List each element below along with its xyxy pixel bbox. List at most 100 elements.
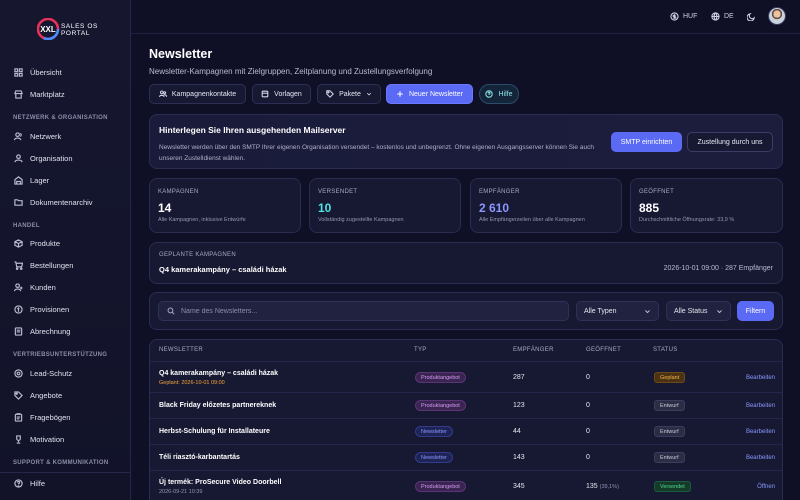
sidebar-item-hilfe[interactable]: Hilfe	[14, 476, 45, 490]
language-selector[interactable]: DE	[711, 12, 734, 21]
opened-value: 135	[586, 483, 598, 490]
cart-icon	[14, 260, 23, 270]
sidebar-item-bestellungen[interactable]: Bestellungen	[14, 258, 73, 272]
filter-bar: Alle Typen Alle Status Filtern	[149, 292, 783, 330]
sidebar-item-uebersicht[interactable]: Übersicht	[14, 65, 62, 79]
type-tag: Produktangebot	[415, 400, 466, 411]
newsletter-name[interactable]: Herbst-Schulung für Installateure	[159, 428, 270, 435]
type-tag: Newsletter	[415, 426, 453, 437]
stat-card-sent: VERSENDET 10 Vollständig zugestellte Kam…	[309, 178, 461, 233]
recipients-count: 287	[513, 374, 525, 381]
tag-icon	[326, 90, 335, 98]
newsletter-name[interactable]: Q4 kamerakampány – családi házak	[159, 370, 278, 377]
campaign-contacts-button[interactable]: Kampagnenkontakte	[149, 84, 246, 104]
stat-label: VERSENDET	[318, 189, 358, 195]
column-header-name[interactable]: NEWSLETTER	[159, 347, 203, 353]
planned-campaign-meta: 2026-10-01 09:00 · 287 Empfänger	[663, 265, 773, 272]
help-button[interactable]: Hilfe	[479, 84, 519, 104]
planned-campaign-name[interactable]: Q4 kamerakampány – családi házak	[159, 265, 287, 274]
search-box[interactable]	[158, 301, 569, 321]
column-header-opened[interactable]: GEÖFFNET	[586, 347, 621, 353]
sidebar-item-label: Lead-Schutz	[30, 368, 73, 378]
stat-value: 2 610	[479, 201, 510, 215]
avatar[interactable]	[768, 7, 786, 25]
stat-card-opened: GEÖFFNET 885 Durchschnittliche Öffnungsr…	[630, 178, 783, 233]
search-input[interactable]	[181, 307, 541, 315]
sidebar-item-lager[interactable]: Lager	[14, 173, 49, 187]
sidebar-item-label: Angebote	[30, 390, 63, 400]
sidebar-item-frageboegen[interactable]: Fragebögen	[14, 410, 70, 424]
help-icon	[485, 90, 494, 98]
sidebar-item-netzwerk[interactable]: Netzwerk	[14, 129, 61, 143]
page-title: Newsletter	[149, 47, 213, 61]
app-logo[interactable]: XXL SALES OS PORTAL	[36, 17, 99, 41]
sidebar-item-produkte[interactable]: Produkte	[14, 236, 60, 250]
search-icon	[167, 307, 175, 315]
clipboard-icon	[14, 412, 23, 422]
sidebar-item-provisionen[interactable]: Provisionen	[14, 302, 69, 316]
new-newsletter-button[interactable]: Neuer Newsletter	[386, 84, 473, 104]
newsletter-subtext: 2026-09-21 10:39	[159, 489, 203, 495]
column-header-recipients[interactable]: EMPFÄNGER	[513, 347, 554, 353]
edit-link[interactable]: Bearbeiten	[746, 455, 775, 461]
packages-label: Pakete	[339, 90, 361, 98]
filter-button[interactable]: Filtern	[737, 301, 774, 321]
svg-text:XXL: XXL	[40, 25, 56, 34]
currency-selector[interactable]: HUF	[670, 12, 697, 21]
stat-label: KAMPAGNEN	[158, 189, 199, 195]
sidebar-item-lead-schutz[interactable]: Lead-Schutz	[14, 366, 72, 380]
svg-text:SALES OS: SALES OS	[61, 23, 98, 30]
open-link[interactable]: Öffnen	[757, 484, 775, 490]
delivery-service-button[interactable]: Zustellung durch uns	[687, 132, 773, 152]
sidebar-item-dokumentenarchiv[interactable]: Dokumentenarchiv	[14, 195, 93, 209]
sidebar-section-comm: SUPPORT & KOMMUNIKATION	[13, 460, 109, 466]
chevron-down-icon	[645, 309, 650, 313]
smtp-setup-button[interactable]: SMTP einrichten	[611, 132, 682, 152]
tag-icon	[14, 390, 23, 400]
coins-icon	[14, 304, 23, 314]
smtp-title: Hinterlegen Sie Ihren ausgehenden Mailse…	[159, 125, 346, 135]
sidebar-item-marktplatz[interactable]: Marktplatz	[14, 87, 65, 101]
sidebar-item-abrechnung[interactable]: Abrechnung	[14, 324, 70, 338]
sidebar-item-motivation[interactable]: Motivation	[14, 432, 64, 446]
table-row[interactable]: Téli riasztó-karbantartás Newsletter 143…	[150, 444, 782, 470]
currency-icon	[670, 12, 679, 21]
theme-toggle[interactable]	[747, 12, 756, 21]
trophy-icon	[16, 434, 21, 444]
plus-icon	[397, 91, 403, 97]
chevron-down-icon	[366, 92, 371, 96]
newsletter-name[interactable]: Téli riasztó-karbantartás	[159, 454, 240, 461]
column-header-type[interactable]: TYP	[414, 347, 427, 353]
globe-icon	[711, 12, 720, 21]
sidebar-item-label: Netzwerk	[30, 131, 62, 141]
status-select-value: Alle Status	[674, 307, 708, 315]
stat-value: 885	[639, 201, 660, 215]
table-row[interactable]: Herbst-Schulung für Installateure Newsle…	[150, 418, 782, 444]
opened-count: 135 (39,1%)	[586, 483, 619, 490]
newsletter-name[interactable]: Black Friday előzetes partnereknek	[159, 402, 276, 409]
box-icon	[14, 238, 23, 248]
sidebar-item-organisation[interactable]: Organisation	[14, 151, 73, 165]
stat-card-campaigns: KAMPAGNEN 14 Alle Kampagnen, inklusive E…	[149, 178, 301, 233]
table-row[interactable]: Új termék: ProSecure Video Doorbell 2026…	[150, 470, 782, 500]
language-label: DE	[724, 13, 734, 20]
edit-link[interactable]: Bearbeiten	[746, 429, 775, 435]
edit-link[interactable]: Bearbeiten	[746, 403, 775, 409]
templates-button[interactable]: Vorlagen	[252, 84, 311, 104]
smtp-notice-card: Hinterlegen Sie Ihren ausgehenden Mailse…	[149, 114, 783, 169]
packages-dropdown[interactable]: Pakete	[317, 84, 381, 104]
status-select[interactable]: Alle Status	[666, 301, 731, 321]
sidebar-item-kunden[interactable]: Kunden	[14, 280, 56, 294]
sidebar-item-label: Fragebögen	[30, 412, 71, 422]
help-icon	[14, 478, 23, 488]
shield-icon	[14, 368, 23, 378]
type-select[interactable]: Alle Typen	[576, 301, 659, 321]
sidebar-item-angebote[interactable]: Angebote	[14, 388, 62, 402]
edit-link[interactable]: Bearbeiten	[746, 375, 775, 381]
table-row[interactable]: Black Friday előzetes partnereknek Produ…	[150, 392, 782, 418]
chevron-down-icon	[717, 309, 722, 313]
column-header-status[interactable]: STATUS	[653, 347, 678, 353]
table-row[interactable]: Q4 kamerakampány – családi házak Geplant…	[150, 361, 782, 392]
newsletter-name[interactable]: Új termék: ProSecure Video Doorbell	[159, 479, 281, 486]
sidebar-item-label: Provisionen	[30, 304, 70, 314]
